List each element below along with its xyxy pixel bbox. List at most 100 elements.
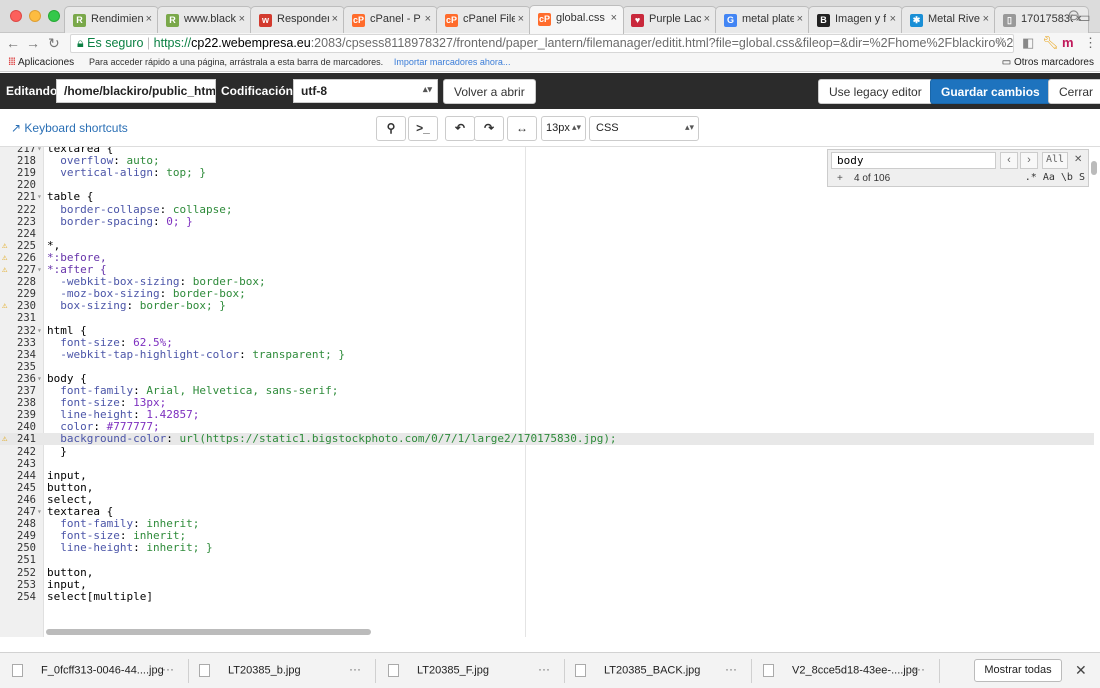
extension-icon[interactable]: ◧ [1022,35,1034,51]
vertical-scrollbar[interactable] [1091,161,1097,175]
apps-link[interactable]: Aplicaciones [18,57,74,68]
browser-tab[interactable]: Gmetal plate × [715,6,810,33]
code-line[interactable]: 253 input, [0,578,1094,591]
close-icon[interactable]: ✕ [1075,662,1087,679]
search-options[interactable]: .* Aa \b S [1025,172,1085,183]
tab-close-icon[interactable]: × [425,13,431,25]
tab-close-icon[interactable]: × [239,13,245,25]
code-editor[interactable]: 217 ▾ textarea {218 overflow: auto; 219 ver… [0,147,1100,637]
reopen-button[interactable]: Volver a abrir [443,79,536,104]
line-number: 223 [17,215,36,228]
url-input[interactable]: 🔒︎ Es seguro | https://cp22.webempresa.e… [70,34,1014,53]
legacy-editor-button[interactable]: Use legacy editor [818,79,933,104]
wrench-extension-icon[interactable]: 🔧︎ [1042,35,1059,51]
download-menu-icon[interactable]: ··· [162,662,174,676]
code-line[interactable]: ⚠ 225 *, [0,239,1094,252]
save-button[interactable]: Guardar cambios [930,79,1051,104]
download-menu-icon[interactable]: ··· [913,662,925,676]
back-icon[interactable]: ← [6,35,20,51]
tab-close-icon[interactable]: × [611,12,617,24]
code-line[interactable]: 250 line-height: inherit; } [0,542,1094,555]
window-zoom-button[interactable] [48,10,60,22]
profile-icon[interactable]: ⊖ [1067,6,1080,24]
download-menu-icon[interactable]: ··· [538,662,550,676]
code-line[interactable]: 231 [0,312,1094,324]
fold-toggle-icon[interactable]: ▾ [37,264,42,276]
menu-icon[interactable]: ⋮ [1084,35,1097,51]
undo-icon[interactable]: ↶ [445,116,475,141]
horizontal-scrollbar[interactable] [46,629,371,635]
download-item[interactable]: LT20385_b.jpg [199,664,301,677]
browser-tab[interactable]: cP cPanel File × [436,6,531,33]
keyboard-shortcuts-link[interactable]: ↗ Keyboard shortcuts [11,121,128,135]
fold-toggle-icon[interactable]: ▾ [37,325,42,337]
import-bookmarks-link[interactable]: Importar marcadores ahora... [394,57,511,67]
bookmark-star-icon[interactable]: ☆ [995,34,1007,50]
window-minimize-button[interactable] [29,10,41,22]
line-number: 240 [17,421,36,434]
code-line[interactable]: 242 } [0,445,1094,458]
code-line[interactable]: 239 line-height: 1.42857; [0,409,1094,422]
toggle-replace-icon[interactable]: + [837,173,843,184]
download-item[interactable]: LT20385_BACK.jpg [575,664,700,677]
code-line[interactable]: 246 select, [0,493,1094,506]
download-item[interactable]: F_0fcff313-0046-44....jpg [12,664,164,677]
code-line[interactable]: 244 input, [0,469,1094,482]
fold-toggle-icon[interactable]: ▾ [37,506,42,518]
redo-icon[interactable]: ↷ [474,116,504,141]
browser-tab[interactable]: cP global.css × [529,5,624,34]
search-icon[interactable]: ⚲ [376,116,406,141]
download-menu-icon[interactable]: ··· [725,662,737,676]
tab-close-icon[interactable]: × [890,13,896,25]
font-size-select[interactable]: 13px ▴▾ [541,116,586,141]
code-line[interactable]: ⚠ 241 background-color: url(https://stati… [0,433,1094,446]
fold-toggle-icon[interactable]: ▾ [37,373,42,385]
show-all-downloads-button[interactable]: Mostrar todas [974,659,1062,682]
wrap-toggle-icon[interactable]: ↔ [507,116,537,141]
syntax-mode-select[interactable]: CSS ▴▾ [589,116,699,141]
fold-toggle-icon[interactable]: ▾ [37,191,42,203]
browser-tab[interactable]: ✱ Metal Rivet × [901,6,996,33]
code-line[interactable]: 254 select[multiple] [0,590,1094,603]
browser-tab[interactable]: B Imagen y f × [808,6,903,33]
tab-close-icon[interactable]: × [704,13,710,25]
fold-toggle-icon[interactable]: ▾ [37,147,42,155]
forward-icon[interactable]: → [26,35,40,51]
tab-close-icon[interactable]: × [146,13,152,25]
search-input[interactable] [831,152,996,169]
code-line[interactable]: 243 [0,458,1094,470]
code-line[interactable]: 252 button, [0,566,1094,579]
browser-tab[interactable]: cP cPanel - P × [343,6,438,33]
find-next-icon[interactable]: › [1020,152,1038,169]
code-line[interactable]: 234 -webkit-tap-highlight-color: transpa… [0,348,1094,361]
code-line[interactable]: 245 button, [0,481,1094,494]
download-menu-icon[interactable]: ··· [349,662,361,676]
code-line[interactable]: 223 border-spacing: 0; } [0,215,1094,228]
tab-close-icon[interactable]: × [797,13,803,25]
browser-tab[interactable]: w Responder × [250,6,345,33]
reload-icon[interactable]: ↻ [48,35,60,52]
close-search-icon[interactable]: ✕ [1074,154,1082,165]
find-all-button[interactable]: All [1042,152,1068,169]
apps-icon[interactable]: ⁞⁞⁞ [8,57,16,68]
goto-line-icon[interactable]: >_ [408,116,438,141]
code-line[interactable]: ⚠ 230 box-sizing: border-box; } [0,300,1094,313]
other-bookmarks[interactable]: ▭ Otros marcadores [1002,54,1094,71]
code-line[interactable]: 251 [0,554,1094,566]
code-line[interactable]: 235 [0,361,1094,373]
find-prev-icon[interactable]: ‹ [1000,152,1018,169]
code-line[interactable]: 224 [0,228,1094,240]
encoding-select[interactable]: utf-8 ▴▾ [293,79,438,103]
tab-close-icon[interactable]: × [332,13,338,25]
browser-tab[interactable]: R Rendimient × [64,6,159,33]
close-button[interactable]: Cerrar [1048,79,1100,104]
tab-close-icon[interactable]: × [983,13,989,25]
browser-tab[interactable]: ♥ Purple Lac × [622,6,717,33]
download-item[interactable]: LT20385_F.jpg [388,664,489,677]
tab-close-icon[interactable]: × [518,13,524,25]
browser-tab[interactable]: Rwww.black × [157,6,252,33]
m-extension-icon[interactable]: m [1062,35,1074,50]
code-line[interactable]: ⚠ 226 *:before, [0,251,1094,264]
window-close-button[interactable] [10,10,22,22]
download-item[interactable]: V2_8cce5d18-43ee-....jpg [763,664,918,677]
